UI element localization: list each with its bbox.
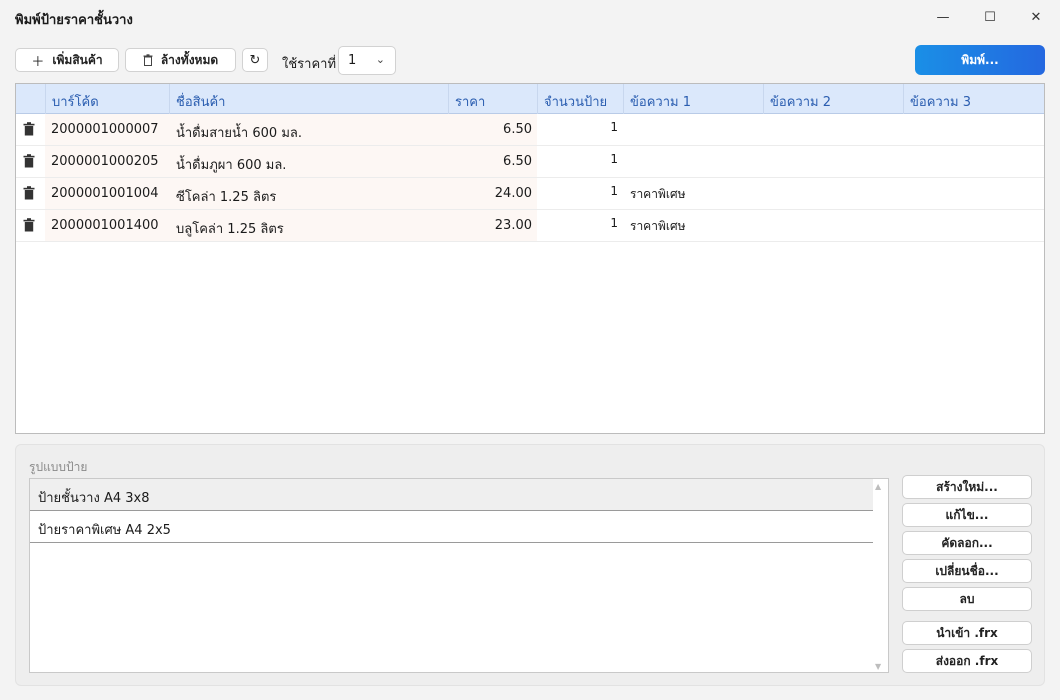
table-row[interactable]: 2000001001004 ซีโคล่า 1.25 ลิตร 24.00 1 … bbox=[16, 178, 1044, 210]
column-header-text2[interactable]: ข้อความ 2 bbox=[763, 84, 903, 114]
column-header-name[interactable]: ชื่อสินค้า bbox=[169, 84, 448, 114]
trash-icon bbox=[143, 54, 153, 66]
template-list[interactable]: ป้ายชั้นวาง A4 3x8 ป้ายราคาพิเศษ A4 2x5 … bbox=[29, 478, 889, 673]
cell-text3[interactable] bbox=[903, 114, 1044, 145]
price-level-select[interactable]: 1 ⌄ bbox=[338, 46, 396, 75]
minimize-button[interactable]: — bbox=[920, 2, 966, 32]
new-template-button[interactable]: สร้างใหม่... bbox=[902, 475, 1032, 499]
print-button[interactable]: พิมพ์... bbox=[915, 45, 1045, 75]
cell-text1[interactable] bbox=[623, 114, 763, 145]
close-button[interactable]: ✕ bbox=[1013, 2, 1059, 32]
maximize-button[interactable]: ☐ bbox=[967, 2, 1013, 32]
column-header-text1[interactable]: ข้อความ 1 bbox=[623, 84, 763, 114]
grid-header: บาร์โค้ด ชื่อสินค้า ราคา จำนวนป้าย ข้อคว… bbox=[16, 84, 1044, 114]
cell-name[interactable]: บลูโคล่า 1.25 ลิตร bbox=[169, 210, 448, 241]
list-item[interactable]: ป้ายชั้นวาง A4 3x8 bbox=[30, 479, 873, 511]
table-row[interactable]: 2000001001400 บลูโคล่า 1.25 ลิตร 23.00 1… bbox=[16, 210, 1044, 242]
column-header-text3[interactable]: ข้อความ 3 bbox=[903, 84, 1044, 114]
list-item[interactable]: ป้ายราคาพิเศษ A4 2x5 bbox=[30, 511, 873, 543]
cell-qty[interactable]: 1 bbox=[537, 210, 623, 241]
cell-price[interactable]: 24.00 bbox=[448, 178, 537, 209]
cell-price[interactable]: 6.50 bbox=[448, 146, 537, 177]
cell-price[interactable]: 23.00 bbox=[448, 210, 537, 241]
template-panel: รูปแบบป้าย ป้ายชั้นวาง A4 3x8 ป้ายราคาพิ… bbox=[15, 444, 1045, 686]
export-frx-button[interactable]: ส่งออก .frx bbox=[902, 649, 1032, 673]
delete-template-button[interactable]: ลบ bbox=[902, 587, 1032, 611]
table-row[interactable]: 2000001000205 น้ำดื่มภูผา 600 มล. 6.50 1 bbox=[16, 146, 1044, 178]
column-header-qty[interactable]: จำนวนป้าย bbox=[537, 84, 623, 114]
cell-barcode[interactable]: 2000001000205 bbox=[45, 146, 169, 177]
cell-barcode[interactable]: 2000001001004 bbox=[45, 178, 169, 209]
cell-name[interactable]: ซีโคล่า 1.25 ลิตร bbox=[169, 178, 448, 209]
scroll-down-icon[interactable]: ▼ bbox=[875, 662, 881, 671]
add-product-label: เพิ่มสินค้า bbox=[52, 52, 103, 67]
cell-text3[interactable] bbox=[903, 210, 1044, 241]
import-frx-button[interactable]: นำเข้า .frx bbox=[902, 621, 1032, 645]
cell-text3[interactable] bbox=[903, 146, 1044, 177]
cell-barcode[interactable]: 2000001000007 bbox=[45, 114, 169, 145]
price-level-label: ใช้ราคาที่ bbox=[282, 57, 337, 72]
delete-row-icon[interactable] bbox=[23, 122, 35, 136]
delete-row-icon[interactable] bbox=[23, 186, 35, 200]
clear-all-label: ล้างทั้งหมด bbox=[160, 52, 219, 67]
scroll-up-icon[interactable]: ▲ bbox=[875, 482, 881, 491]
delete-row-icon[interactable] bbox=[23, 218, 35, 232]
refresh-button[interactable]: ↻ bbox=[242, 48, 268, 72]
template-panel-label: รูปแบบป้าย bbox=[29, 460, 88, 474]
price-level-value: 1 bbox=[348, 53, 357, 68]
cell-qty[interactable]: 1 bbox=[537, 178, 623, 209]
window-title: พิมพ์ป้ายราคาชั้นวาง bbox=[15, 13, 133, 28]
edit-template-button[interactable]: แก้ไข... bbox=[902, 503, 1032, 527]
refresh-icon: ↻ bbox=[249, 52, 261, 68]
copy-template-button[interactable]: คัดลอก... bbox=[902, 531, 1032, 555]
cell-name[interactable]: น้ำดื่มสายน้ำ 600 มล. bbox=[169, 114, 448, 145]
cell-qty[interactable]: 1 bbox=[537, 146, 623, 177]
add-product-button[interactable]: ＋ เพิ่มสินค้า bbox=[15, 48, 119, 72]
clear-all-button[interactable]: ล้างทั้งหมด bbox=[125, 48, 236, 72]
cell-text1[interactable]: ราคาพิเศษ bbox=[623, 210, 763, 241]
column-header-price[interactable]: ราคา bbox=[448, 84, 537, 114]
table-row[interactable]: 2000001000007 น้ำดื่มสายน้ำ 600 มล. 6.50… bbox=[16, 114, 1044, 146]
cell-text2[interactable] bbox=[763, 210, 903, 241]
product-grid: บาร์โค้ด ชื่อสินค้า ราคา จำนวนป้าย ข้อคว… bbox=[15, 83, 1045, 434]
plus-icon: ＋ bbox=[31, 54, 45, 70]
cell-name[interactable]: น้ำดื่มภูผา 600 มล. bbox=[169, 146, 448, 177]
delete-row-icon[interactable] bbox=[23, 154, 35, 168]
cell-text3[interactable] bbox=[903, 178, 1044, 209]
title-bar: พิมพ์ป้ายราคาชั้นวาง — ☐ ✕ bbox=[0, 0, 1060, 36]
cell-barcode[interactable]: 2000001001400 bbox=[45, 210, 169, 241]
cell-text1[interactable] bbox=[623, 146, 763, 177]
cell-text1[interactable]: ราคาพิเศษ bbox=[623, 178, 763, 209]
column-header-barcode[interactable]: บาร์โค้ด bbox=[45, 84, 169, 114]
cell-text2[interactable] bbox=[763, 114, 903, 145]
rename-template-button[interactable]: เปลี่ยนชื่อ... bbox=[902, 559, 1032, 583]
chevron-down-icon: ⌄ bbox=[375, 53, 385, 66]
cell-text2[interactable] bbox=[763, 178, 903, 209]
cell-qty[interactable]: 1 bbox=[537, 114, 623, 145]
cell-price[interactable]: 6.50 bbox=[448, 114, 537, 145]
cell-text2[interactable] bbox=[763, 146, 903, 177]
